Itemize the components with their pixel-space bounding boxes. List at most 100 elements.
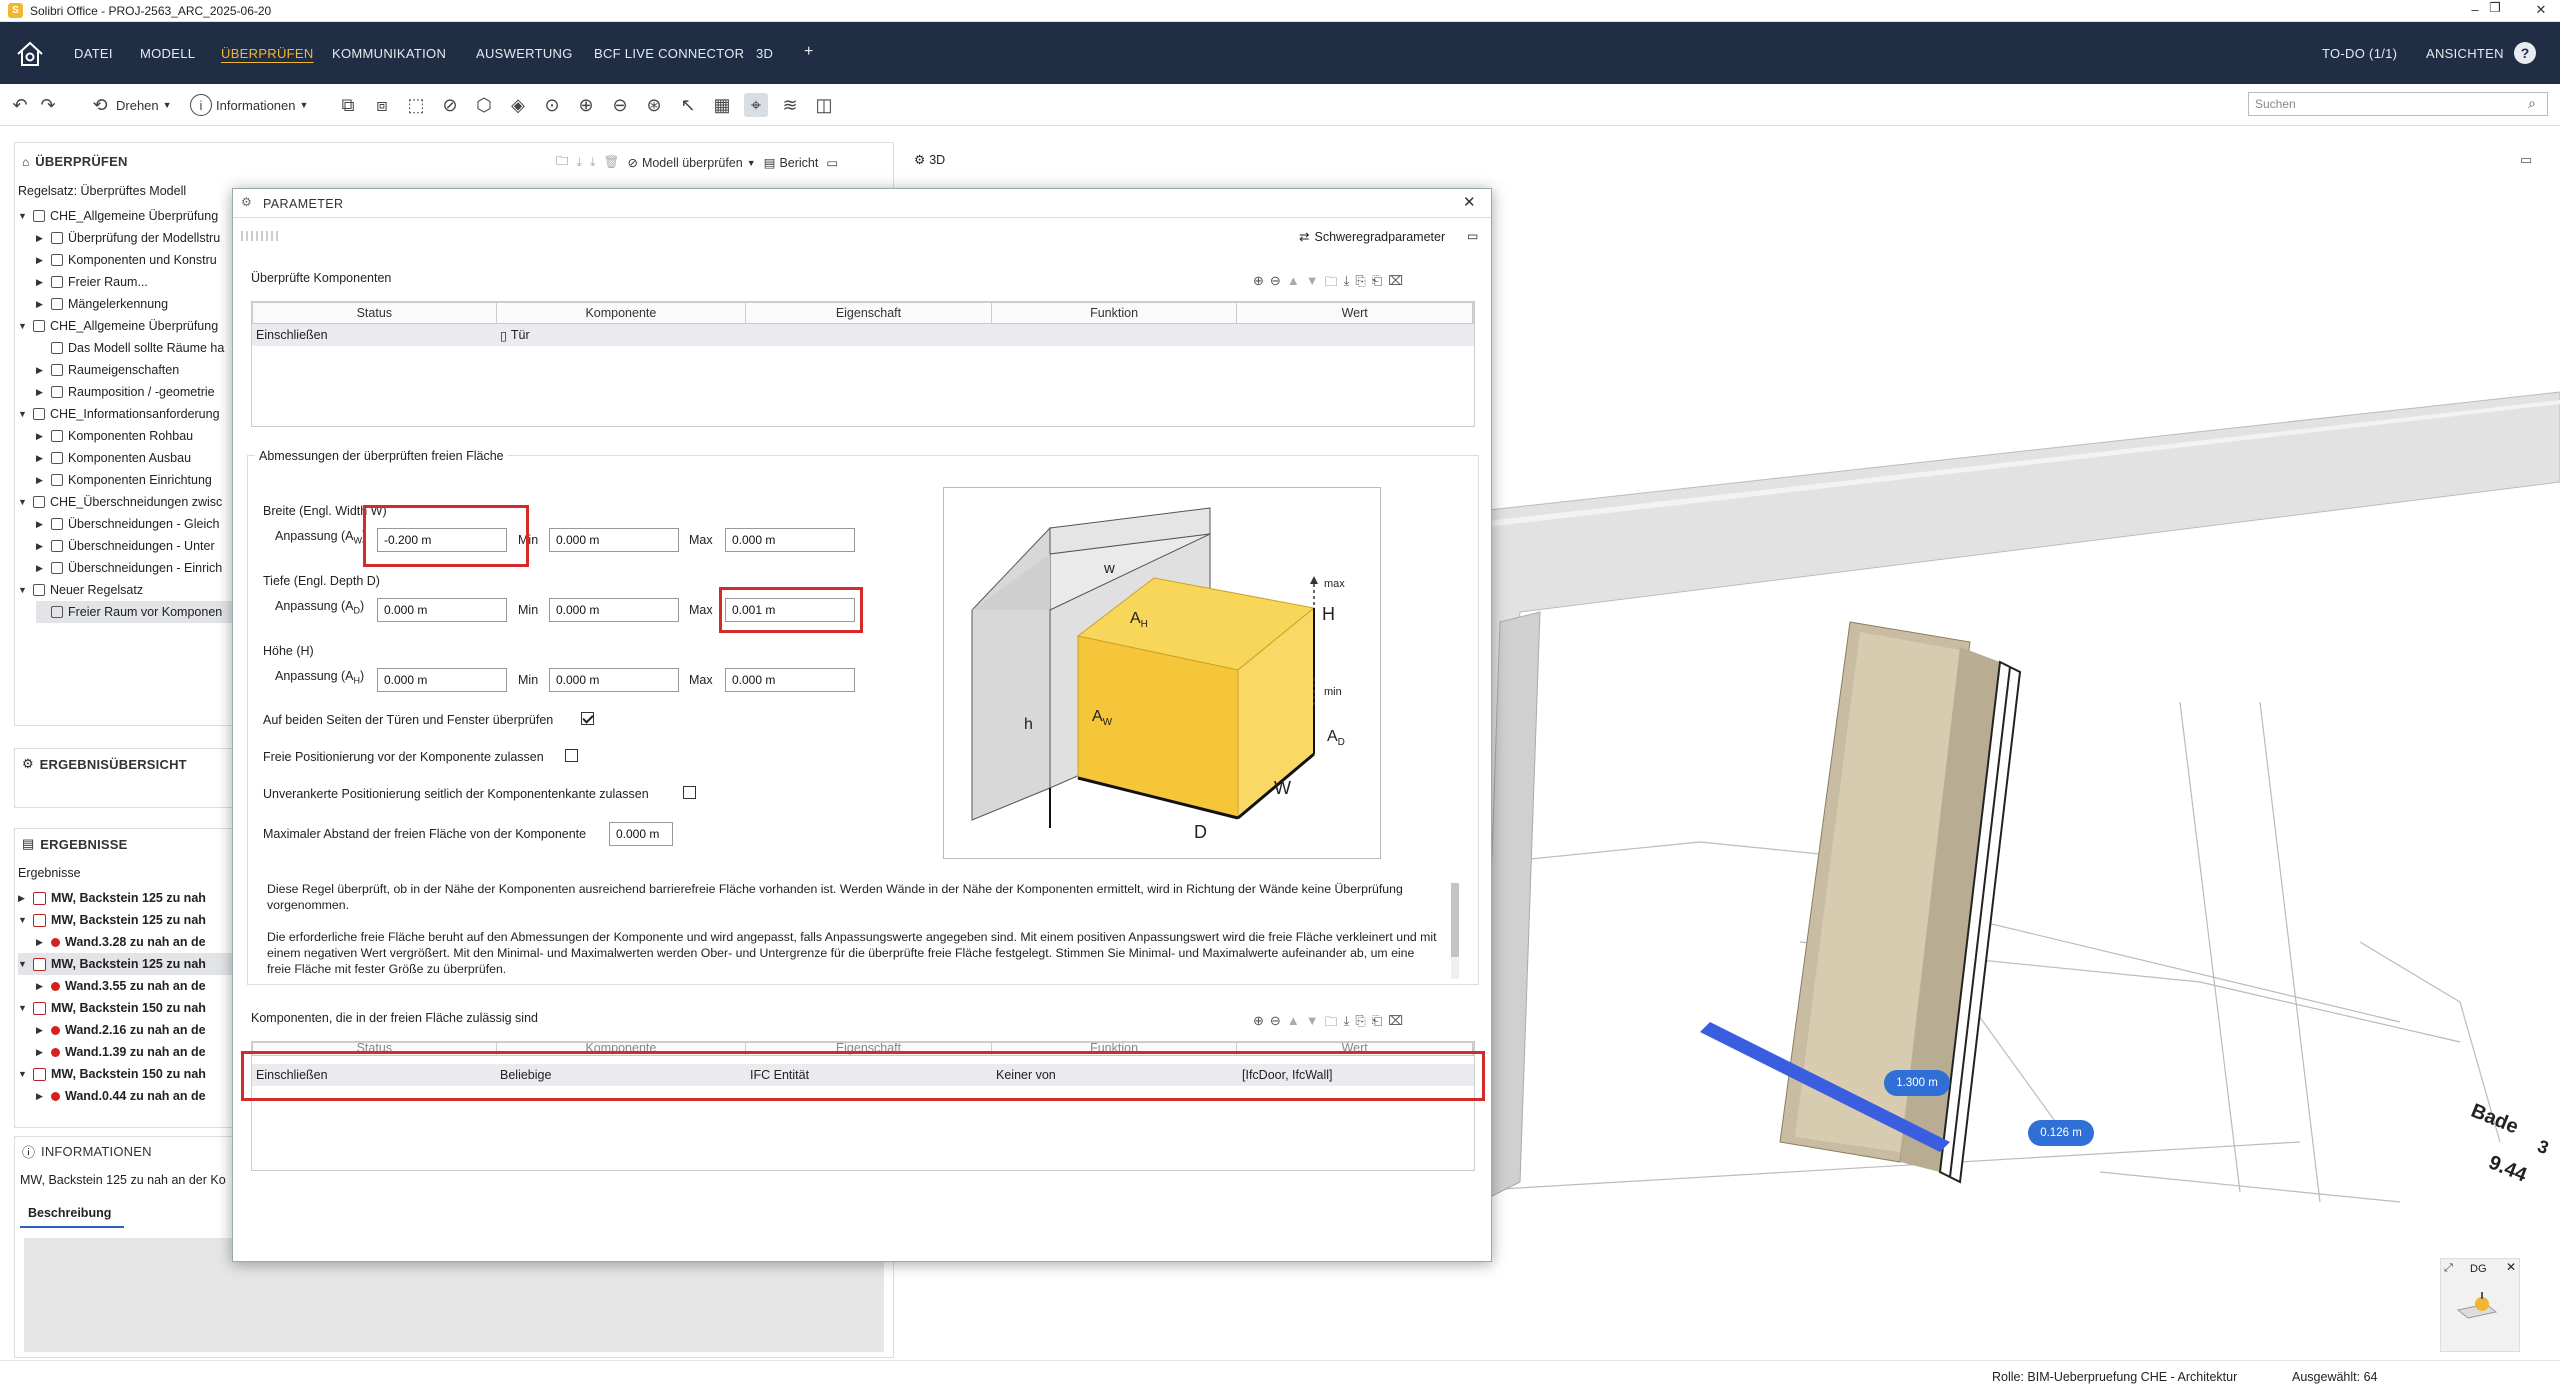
tree-item[interactable]: ▶ Komponenten Einrichtung [36,469,238,491]
tree-item[interactable]: ▶ Raumposition / -geometrie [36,381,238,403]
save-icon[interactable]: ⤓ [1344,273,1350,295]
result-item[interactable]: ▼ MW, Backstein 150 zu nah [18,997,236,1019]
todo-button[interactable]: TO-DO (1/1) [2322,46,2397,61]
expand-toggle-icon[interactable]: ▶ [36,1091,46,1102]
tree-item[interactable]: ▶ Freier Raum... [36,271,238,293]
expand-toggle-icon[interactable]: ▶ [36,1025,46,1036]
home-icon[interactable] [14,38,46,70]
severity-parameter-button[interactable]: ⇄ Schweregradparameter [1299,229,1445,245]
copy-icon[interactable]: ⎘ [1355,273,1365,295]
allowed-move-down-icon[interactable]: ▼ [1306,1013,1319,1035]
menu-auswertung[interactable]: AUSWERTUNG [476,46,573,61]
zoom-in-icon[interactable]: ⊕ [574,93,598,117]
expand-toggle-icon[interactable]: ▶ [36,475,46,486]
allowed-copy-icon[interactable]: ⎘ [1355,1013,1365,1035]
table-cell[interactable] [1238,324,1474,346]
table-cell[interactable] [746,324,992,346]
navigator-close-icon[interactable]: ✕ [2506,1260,2516,1274]
tree-item[interactable]: ▶ Raumeigenschaften [36,359,238,381]
folder-icon[interactable]: 🗀 [556,152,569,173]
tree-item[interactable]: ▶ Komponenten Ausbau [36,447,238,469]
expand-toggle-icon[interactable]: ▶ [18,893,28,904]
result-item[interactable]: ▶ Wand.3.55 zu nah an de [36,975,236,997]
expand-toggle-icon[interactable]: ▼ [18,321,28,331]
add-row-icon[interactable]: ⊕ [1253,273,1264,295]
result-item[interactable]: ▶ Wand.3.28 zu nah an de [36,931,236,953]
tree-item[interactable]: ▶ Überschneidungen - Unter [36,535,238,557]
download-icon[interactable]: ⤓ [577,155,583,170]
check-model-button[interactable]: ⊘ Modell überprüfen ▼ [627,155,755,171]
table-cell[interactable] [992,324,1238,346]
menu-3d[interactable]: 3D [756,46,773,61]
table-cell[interactable]: Einschließen [252,324,496,346]
section-box-icon[interactable]: ▦ [710,93,734,117]
result-item[interactable]: ▼ MW, Backstein 150 zu nah [18,1063,236,1085]
expand-toggle-icon[interactable]: ▶ [36,299,46,310]
expand-toggle-icon[interactable]: ▶ [36,365,46,376]
expand-toggle-icon[interactable]: ▶ [36,1047,46,1058]
expand-toggle-icon[interactable]: ▶ [36,563,46,574]
zoom-fit-icon[interactable]: ⊙ [540,93,564,117]
layers-icon[interactable]: ≋ [778,93,802,117]
expand-toggle-icon[interactable]: ▼ [18,409,28,419]
tree-item[interactable]: Das Modell sollte Räume ha [36,337,238,359]
view-maximize-icon[interactable]: ▭ [2520,152,2532,168]
dialog-panel-icon[interactable]: ▭ [1467,229,1478,243]
option-free-position-checkbox[interactable] [565,749,578,762]
height-min-input[interactable]: 0.000 m [549,668,679,692]
zoom-out-icon[interactable]: ⊖ [608,93,632,117]
tree-item[interactable]: ▼ CHE_Informationsanforderung [18,403,238,425]
result-item[interactable]: ▶ MW, Backstein 125 zu nah [18,887,236,909]
tree-item[interactable]: ▼ Neuer Regelsatz [18,579,238,601]
clear-icon[interactable]: ⌧ [1388,273,1403,295]
depth-min-input[interactable]: 0.000 m [549,598,679,622]
allowed-remove-row-icon[interactable]: ⊖ [1270,1013,1281,1035]
redo-icon[interactable]: ↷ [36,93,60,117]
height-max-input[interactable]: 0.000 m [725,668,855,692]
menu-modell[interactable]: MODELL [140,46,195,61]
menu-datei[interactable]: DATEI [74,46,113,61]
expand-toggle-icon[interactable]: ▶ [36,453,46,464]
result-item[interactable]: ▶ Wand.0.44 zu nah an de [36,1085,236,1107]
expand-toggle-icon[interactable]: ▼ [18,1069,28,1079]
zoom-selection-icon[interactable]: ⊛ [642,93,666,117]
search-icon[interactable]: ⌕ [2528,95,2536,112]
column-header-4[interactable]: Wert [1237,303,1473,323]
move-down-icon[interactable]: ▼ [1306,273,1319,295]
open-icon[interactable]: 🗀 [1325,273,1338,295]
views-button[interactable]: ANSICHTEN [2426,46,2504,61]
move-up-icon[interactable]: ▲ [1287,273,1300,295]
3d-tab[interactable]: ⚙ 3D [914,152,945,168]
description-scrollbar[interactable] [1451,883,1459,979]
height-adjustment-input[interactable]: 0.000 m [377,668,507,692]
pointer-icon[interactable]: ↖ [676,93,700,117]
tree-item[interactable]: ▼ CHE_Überschneidungen zwisc [18,491,238,513]
expand-toggle-icon[interactable]: ▼ [18,211,28,221]
tree-item[interactable]: ▶ Überprüfung der Modellstru [36,227,238,249]
expand-toggle-icon[interactable]: ▼ [18,585,28,595]
tree-item[interactable]: Freier Raum vor Komponen [36,601,238,623]
menu-kommunikation[interactable]: KOMMUNIKATION [332,46,446,61]
column-header-2[interactable]: Eigenschaft [746,303,992,323]
width-max-input[interactable]: 0.000 m [725,528,855,552]
option-both-sides-checkbox[interactable] [581,712,594,725]
max-distance-input[interactable]: 0.000 m [609,822,673,846]
report-button[interactable]: ▤ Bericht [764,155,819,171]
result-item[interactable]: ▼ MW, Backstein 125 zu nah [18,953,236,975]
select-box-icon[interactable]: ⬚ [404,93,428,117]
transparency-icon[interactable]: ◈ [506,93,530,117]
result-item[interactable]: ▶ Wand.2.16 zu nah an de [36,1019,236,1041]
expand-toggle-icon[interactable]: ▶ [36,277,46,288]
option-unanchored-checkbox[interactable] [683,786,696,799]
allowed-add-row-icon[interactable]: ⊕ [1253,1013,1264,1035]
expand-toggle-icon[interactable]: ▼ [18,915,28,925]
table-cell[interactable]: ▯ Tür [496,324,746,346]
expand-toggle-icon[interactable]: ▶ [36,233,46,244]
expand-toggle-icon[interactable]: ▶ [36,387,46,398]
expand-toggle-icon[interactable]: ▼ [18,959,28,969]
column-header-1[interactable]: Komponente [497,303,747,323]
navigator-expand-icon[interactable]: ⤢ [2444,1262,2453,1275]
3d-mode-icon[interactable]: ◫ [812,93,836,117]
column-header-3[interactable]: Funktion [992,303,1238,323]
column-header-0[interactable]: Status [253,303,497,323]
